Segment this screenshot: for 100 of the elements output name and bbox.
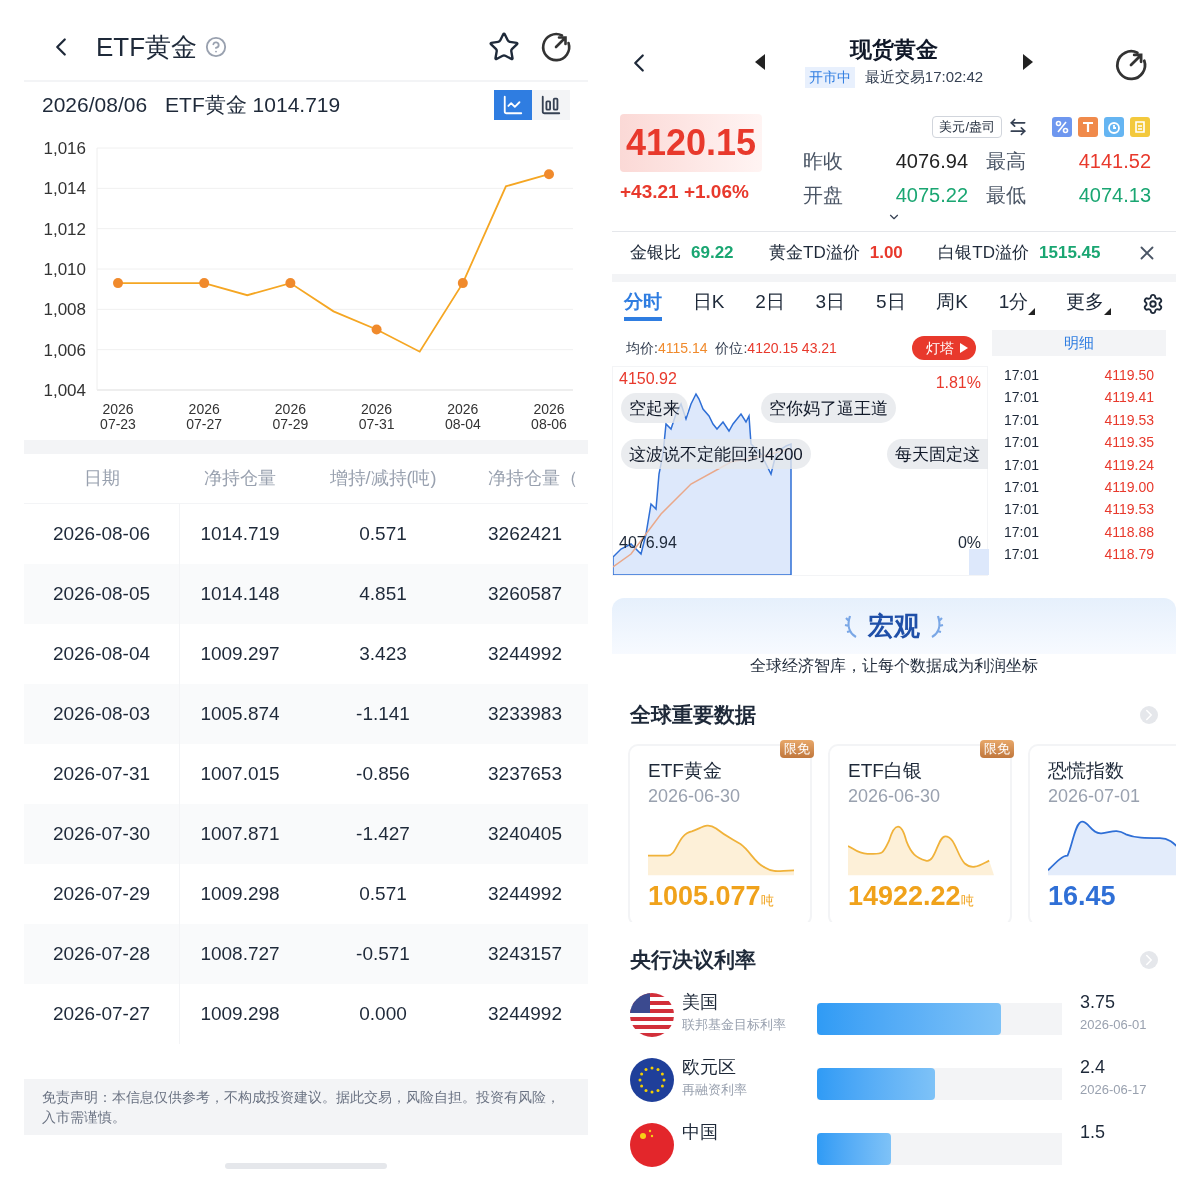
table-cell-text: 3237653 <box>487 761 563 786</box>
axis-label: 1,016 <box>43 139 86 158</box>
last-trade-text: 最近交易17:02:42 <box>864 67 984 87</box>
star-icon[interactable] <box>488 31 520 63</box>
card-date: 2026-07-01 <box>1048 785 1142 809</box>
disclaimer-text: 免责声明：本信息仅供参考，不构成投资建议。据此交易，风险自担。投资有风险，入市需谨慎。 <box>24 1079 588 1135</box>
table-cell-text: 3233983 <box>487 701 563 726</box>
spread-value: 1.00 <box>869 242 903 265</box>
table-cell-text: 3262421 <box>487 521 563 546</box>
data-card[interactable]: 恐慌指数 2026-07-01 16.45 <box>1028 744 1176 923</box>
flag-icon <box>630 1123 674 1167</box>
stat-value: 4141.52 <box>1077 149 1151 174</box>
table-cell-text: -0.856 <box>355 761 411 786</box>
axis-label: 1,010 <box>43 260 86 279</box>
table-cell-text: 1007.015 <box>199 761 281 786</box>
tick-time: 17:01 <box>1004 365 1040 385</box>
next-icon[interactable] <box>1023 54 1034 71</box>
data-point <box>199 278 210 289</box>
section-title: 央行决议利率 <box>630 946 756 973</box>
comment-bubble: 空起来 <box>621 393 688 424</box>
rate-date: 2026-06-17 <box>1080 1081 1147 1099</box>
tick-time: 17:01 <box>1004 545 1040 565</box>
timeframe-tab[interactable]: 5日 <box>875 286 906 321</box>
stat-label: 昨收 <box>803 149 844 174</box>
average-price-text: 均价:4115.14 <box>626 338 708 358</box>
tick-price: 4119.53 <box>1104 500 1154 520</box>
timeframe-tab[interactable]: 分时 <box>624 286 662 321</box>
timeframe-tab[interactable]: 3日 <box>815 286 846 321</box>
tick-price: 4119.41 <box>1104 388 1154 408</box>
axis-label: 1,006 <box>43 340 86 360</box>
previous-icon[interactable] <box>754 54 765 71</box>
summary-text: ETF黄金 1014.719 <box>165 92 341 119</box>
section-title: 全球重要数据 <box>630 702 756 729</box>
table-cell-text: 0.571 <box>358 881 408 906</box>
timeframe-tab[interactable]: 更多 <box>1066 286 1112 321</box>
timeframe-tab[interactable]: 1分 <box>998 286 1036 321</box>
percent-icon[interactable] <box>1052 117 1072 137</box>
data-point <box>457 278 468 289</box>
bar-chart-toggle[interactable] <box>532 90 570 120</box>
timeframe-tab[interactable]: 2日 <box>755 286 785 321</box>
comment-bubble: 这波说不定能回到4200 <box>621 439 811 470</box>
country-name: 中国 <box>682 1121 719 1144</box>
tick-time: 17:01 <box>1004 522 1040 542</box>
settings-icon[interactable] <box>1141 292 1164 315</box>
tick-price: 4119.35 <box>1104 433 1154 453</box>
tick-time: 17:01 <box>1004 455 1040 475</box>
price-level-text: 价位:4120.15 43.21 <box>715 338 837 358</box>
axis-label: 1.81% <box>935 373 981 394</box>
tick-price: 4119.24 <box>1104 455 1154 475</box>
change-text: +43.21 +1.06% <box>620 180 749 204</box>
price-text: 4120.15 <box>620 114 763 172</box>
stat-label: 最低 <box>985 183 1027 208</box>
table-cell-text: -1.141 <box>355 701 411 726</box>
promo-button[interactable]: 灯塔 <box>912 336 976 361</box>
timeframe-tab[interactable]: 周K <box>936 286 968 321</box>
detail-tab[interactable]: 明细 <box>992 330 1166 357</box>
timeframe-tab[interactable]: 日K <box>692 286 725 321</box>
flag-icon <box>630 1058 674 1102</box>
rate-name: 联邦基金目标利率 <box>682 1016 787 1034</box>
date-text: 2026/08/06 <box>42 92 148 119</box>
data-point <box>285 278 296 289</box>
bar-chart-icon <box>540 94 562 116</box>
stat-value: 4076.94 <box>894 149 968 174</box>
card-title: ETF黄金 <box>648 759 723 784</box>
country-name: 欧元区 <box>682 1056 737 1079</box>
play-icon <box>960 343 968 354</box>
table-cell-text: 3240405 <box>487 821 563 846</box>
table-cell-text: 3243157 <box>487 941 563 966</box>
axis-label: 2026 08-06 <box>531 401 567 432</box>
table-cell-text: 3244992 <box>487 881 563 906</box>
stat-value: 4075.22 <box>894 183 968 208</box>
table-cell-text: -0.571 <box>355 941 411 966</box>
line-chart-icon <box>502 94 524 116</box>
axis-label: 1,014 <box>43 179 86 199</box>
card-date: 2026-06-30 <box>848 785 942 809</box>
rate-value: 2.4 <box>1080 1056 1107 1079</box>
free-badge: 限免 <box>980 740 1014 759</box>
refresh-icon[interactable] <box>540 31 572 63</box>
axis-label: 1,008 <box>43 300 86 320</box>
axis-label: 1,012 <box>43 219 86 239</box>
refresh-icon[interactable] <box>1114 48 1148 82</box>
data-point <box>113 278 123 289</box>
tick-time: 17:01 <box>1004 388 1040 408</box>
stat-label: 最高 <box>985 149 1027 174</box>
free-badge: 限免 <box>780 740 814 759</box>
spread-value: 1515.45 <box>1039 242 1101 265</box>
swap-icon[interactable] <box>1008 117 1028 137</box>
table-cell-text: 1009.298 <box>199 1001 281 1026</box>
stat-value: 4074.13 <box>1077 183 1151 208</box>
line-chart-toggle[interactable] <box>494 90 532 120</box>
axis-label: 2026 07-27 <box>186 401 223 432</box>
table-cell-text: 0.571 <box>358 521 408 546</box>
tick-time: 17:01 <box>1004 477 1040 497</box>
unit-selector[interactable]: 美元/盎司 <box>932 116 1002 138</box>
country-name: 美国 <box>682 991 719 1014</box>
table-cell: 2026-07-27 <box>24 984 180 1044</box>
comment-bubble: 每天固定这 <box>887 439 988 470</box>
card-value: 14922.22 <box>848 880 961 913</box>
data-point <box>544 169 554 180</box>
help-icon[interactable] <box>205 36 228 58</box>
